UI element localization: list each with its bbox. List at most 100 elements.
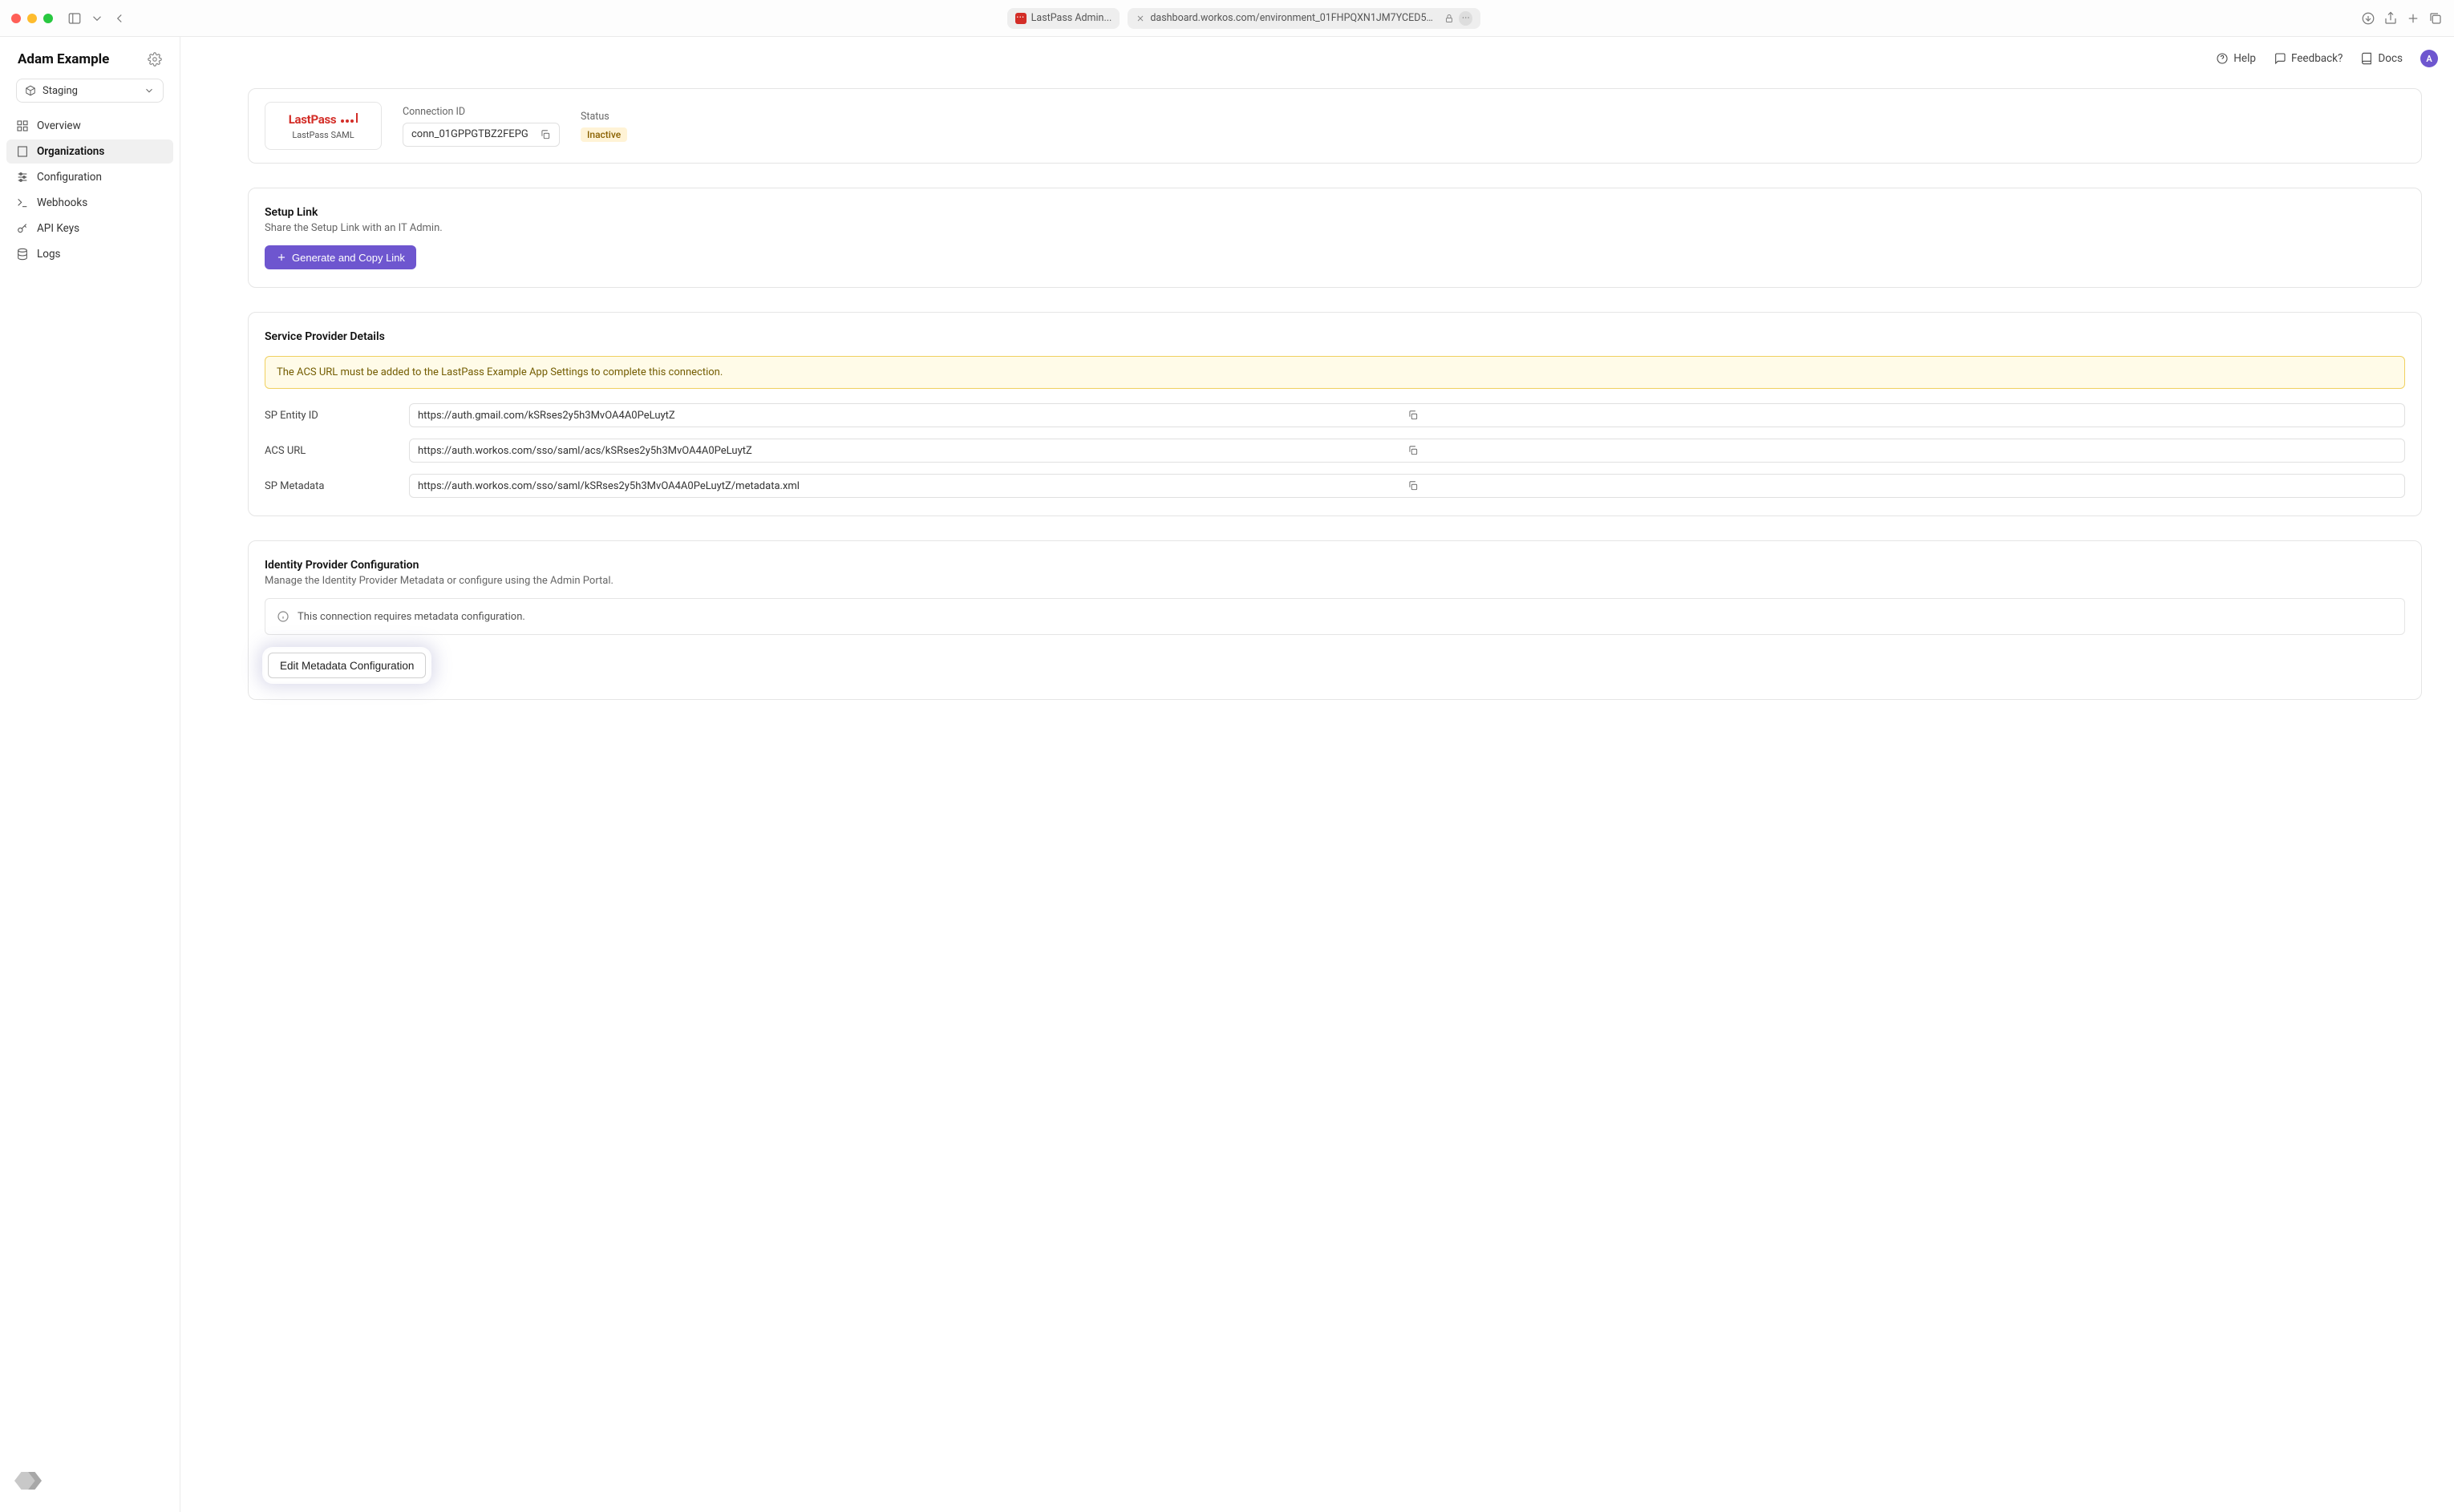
plus-icon [276,252,287,263]
sidebar-nav: Overview Organizations Configuration Web… [0,114,180,266]
link-label: Feedback? [2291,52,2343,65]
nav-organizations[interactable]: Organizations [6,139,173,164]
status-badge: Inactive [581,127,627,142]
generate-link-button[interactable]: Generate and Copy Link [265,245,416,269]
building-icon [16,145,29,158]
workos-logo-icon [14,1469,42,1493]
environment-selector[interactable]: Staging [16,79,164,103]
card-title: Setup Link [265,206,2405,219]
sidebar-toggle-icon[interactable] [67,11,82,26]
field-value: https://auth.gmail.com/kSRses2y5h3MvOA4A… [418,410,1407,422]
grid-icon [16,119,29,132]
environment-label: Staging [43,85,78,97]
database-icon [16,248,29,261]
provider-name: LastPass SAML [292,130,354,140]
alert-text: This connection requires metadata config… [298,611,525,623]
help-link[interactable]: Help [2216,52,2256,65]
chevron-down-icon [144,85,155,96]
link-label: Help [2233,52,2256,65]
copy-icon[interactable] [1407,480,2397,491]
minimize-window-button[interactable] [27,14,37,23]
cube-icon [25,85,36,96]
back-icon[interactable] [112,11,127,26]
sp-entity-id-row: SP Entity ID https://auth.gmail.com/kSRs… [265,403,2405,427]
new-tab-icon[interactable] [2406,11,2420,26]
setup-link-card: Setup Link Share the Setup Link with an … [248,188,2422,288]
connection-id-value[interactable]: conn_01GPPGTBZ2FEPG [403,123,560,147]
field-label: ACS URL [265,445,393,457]
nav-label: Configuration [37,171,102,184]
nav-configuration[interactable]: Configuration [6,165,173,189]
field-label: Status [581,111,627,123]
docs-link[interactable]: Docs [2360,52,2403,65]
field-value: https://auth.workos.com/sso/saml/kSRses2… [418,480,1407,492]
card-title: Identity Provider Configuration [265,559,2405,572]
main-content: Help Feedback? Docs A [180,37,2454,1512]
card-title: Service Provider Details [265,330,2405,343]
idp-config-card: Identity Provider Configuration Manage t… [248,540,2422,700]
acs-url-row: ACS URL https://auth.workos.com/sso/saml… [265,439,2405,463]
connection-status-field: Status Inactive [581,111,627,142]
address-bar[interactable]: dashboard.workos.com/environment_01FHPQX… [1128,8,1480,29]
close-window-button[interactable] [11,14,21,23]
nav-webhooks[interactable]: Webhooks [6,191,173,215]
connection-id-field: Connection ID conn_01GPPGTBZ2FEPG [403,106,560,147]
connection-summary-card: LastPass LastPass SAML Connection ID con… [248,88,2422,164]
settings-icon[interactable] [148,52,162,67]
field-label: SP Entity ID [265,410,393,422]
tab-label: LastPass Admin... [1031,12,1112,24]
browser-tab[interactable]: LastPass Admin... [1007,8,1120,29]
edit-metadata-button[interactable]: Edit Metadata Configuration [268,653,426,678]
feedback-link[interactable]: Feedback? [2274,52,2343,65]
info-alert: This connection requires metadata config… [265,598,2405,635]
topbar: Help Feedback? Docs A [180,37,2454,80]
nav-api-keys[interactable]: API Keys [6,216,173,241]
sidebar: Adam Example Staging Overview Organizati… [0,37,180,1512]
button-label: Edit Metadata Configuration [280,660,414,672]
lastpass-logo-icon: LastPass [289,112,358,127]
site-menu-icon[interactable]: ⋯ [1459,11,1472,26]
sp-entity-id-value[interactable]: https://auth.gmail.com/kSRses2y5h3MvOA4A… [409,403,2405,427]
lastpass-favicon-icon [1015,13,1027,24]
warning-alert: The ACS URL must be added to the LastPas… [265,356,2405,389]
window-controls [11,14,53,23]
workspace-name: Adam Example [18,51,109,67]
field-value: conn_01GPPGTBZ2FEPG [411,128,528,140]
info-icon [277,610,290,623]
copy-icon[interactable] [540,129,551,140]
nav-label: Logs [37,248,61,261]
nav-logs[interactable]: Logs [6,242,173,266]
share-icon[interactable] [2383,11,2398,26]
nav-label: Overview [37,119,81,132]
address-text: dashboard.workos.com/environment_01FHPQX… [1150,12,1436,24]
nav-label: API Keys [37,222,79,235]
book-icon [2360,52,2373,65]
sp-details-card: Service Provider Details The ACS URL mus… [248,312,2422,516]
acs-url-value[interactable]: https://auth.workos.com/sso/saml/acs/kSR… [409,439,2405,463]
sp-metadata-row: SP Metadata https://auth.workos.com/sso/… [265,474,2405,498]
provider-tile: LastPass LastPass SAML [265,102,382,150]
maximize-window-button[interactable] [43,14,53,23]
download-icon[interactable] [2361,11,2375,26]
link-label: Docs [2378,52,2403,65]
sp-metadata-value[interactable]: https://auth.workos.com/sso/saml/kSRses2… [409,474,2405,498]
sliders-icon [16,171,29,184]
nav-overview[interactable]: Overview [6,114,173,138]
browser-chrome: LastPass Admin... dashboard.workos.com/e… [0,0,2454,37]
field-label: Connection ID [403,106,560,118]
chevron-down-icon[interactable] [90,11,104,26]
copy-icon[interactable] [1407,410,2397,421]
copy-icon[interactable] [1407,445,2397,456]
avatar-initial: A [2426,54,2432,64]
field-value: https://auth.workos.com/sso/saml/acs/kSR… [418,445,1407,457]
highlight-wrapper: Edit Metadata Configuration [265,649,429,681]
card-description: Share the Setup Link with an IT Admin. [265,222,2405,234]
nav-label: Webhooks [37,196,87,209]
tabs-icon[interactable] [2428,11,2443,26]
nav-label: Organizations [37,145,104,158]
card-description: Manage the Identity Provider Metadata or… [265,575,2405,587]
button-label: Generate and Copy Link [292,252,405,264]
field-label: SP Metadata [265,480,393,492]
comment-icon [2274,52,2286,65]
user-avatar[interactable]: A [2420,50,2438,67]
